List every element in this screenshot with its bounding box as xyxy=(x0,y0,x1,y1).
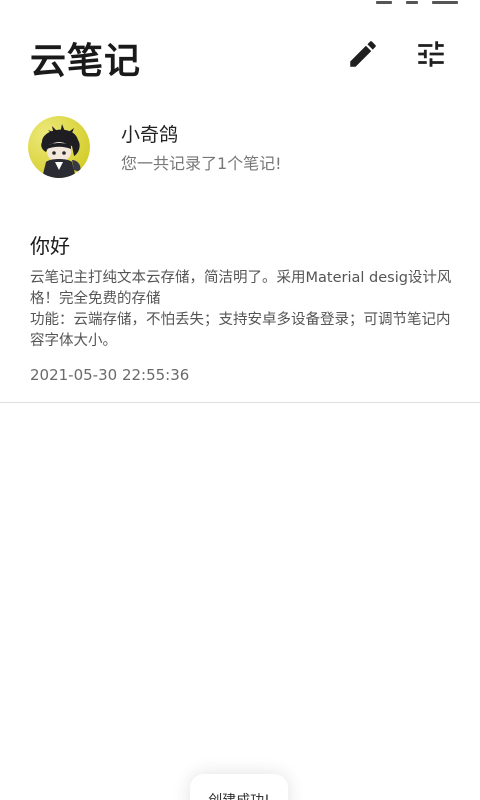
app-title: 云笔记 xyxy=(30,41,142,82)
settings-button[interactable] xyxy=(411,34,451,74)
avatar[interactable] xyxy=(28,116,90,178)
note-timestamp: 2021-05-30 22:55:36 xyxy=(30,366,190,384)
app-bar: 云笔记 xyxy=(0,24,480,86)
battery-icon xyxy=(432,1,458,4)
status-bar xyxy=(376,0,458,4)
note-title: 你好 xyxy=(30,234,70,258)
note-count-text: 您一共记录了1个笔记! xyxy=(121,154,282,173)
tune-sliders-icon xyxy=(418,41,444,67)
wifi-icon xyxy=(406,1,418,4)
toast-message: 创建成功! xyxy=(190,774,288,800)
note-content: 云笔记主打纯文本云存储，简洁明了。采用Material desig设计风格！完全… xyxy=(30,270,452,349)
user-profile[interactable]: 小奇鸽 您一共记录了1个笔记! xyxy=(28,116,468,180)
note-item[interactable]: 你好 云笔记主打纯文本云存储，简洁明了。采用Material desig设计风格… xyxy=(0,214,480,403)
signal-icon xyxy=(376,1,392,4)
pencil-icon xyxy=(350,41,376,67)
toast-text: 创建成功! xyxy=(208,790,270,800)
user-name: 小奇鸽 xyxy=(121,124,179,146)
edit-button[interactable] xyxy=(343,34,383,74)
screen: 云笔记 小奇鸽 您一共记录了1个笔记! 你好 云笔记主打纯文本云存储，简洁明了。… xyxy=(0,0,480,800)
avatar-image xyxy=(28,116,90,178)
